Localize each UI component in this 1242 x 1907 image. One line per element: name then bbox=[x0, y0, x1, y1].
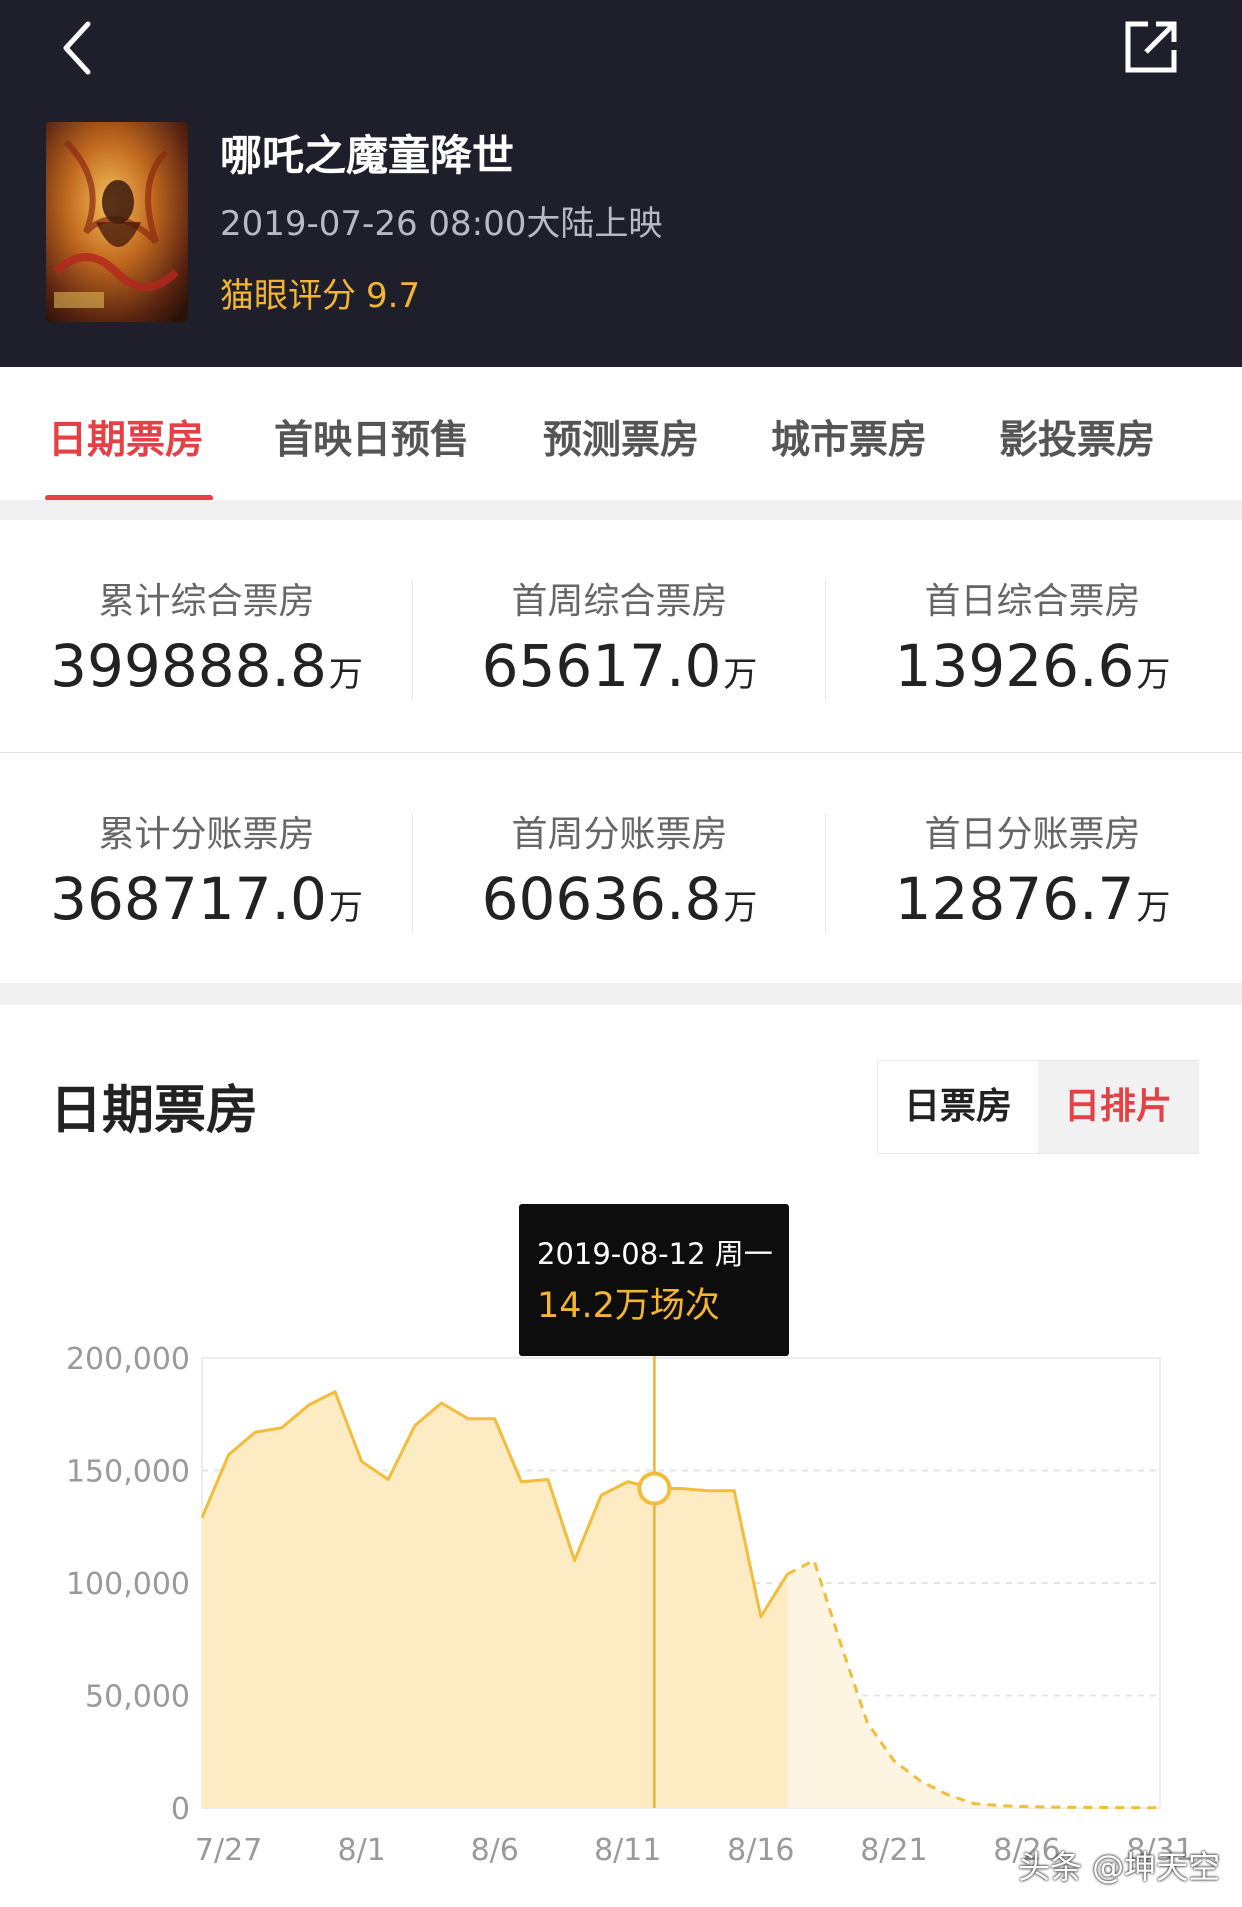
movie-release-date: 2019-07-26 08:00大陆上映 bbox=[220, 204, 663, 244]
tooltip-date: 2019-08-12 周一 bbox=[537, 1237, 773, 1271]
stat-unit: 万 bbox=[723, 888, 758, 928]
stat-first-week-split: 首周分账票房 60636.8万 bbox=[413, 753, 826, 983]
x-tick-label: 7/27 bbox=[195, 1833, 262, 1868]
stat-unit: 万 bbox=[1136, 655, 1171, 695]
y-tick-label: 150,000 bbox=[66, 1455, 190, 1490]
chart-mode-toggle: 日票房 日排片 bbox=[877, 1060, 1199, 1154]
x-tick-label: 8/6 bbox=[471, 1833, 519, 1868]
y-tick-label: 50,000 bbox=[85, 1680, 190, 1715]
y-tick-label: 0 bbox=[171, 1792, 190, 1827]
stat-number: 399888.8 bbox=[50, 632, 327, 700]
poster-image bbox=[46, 122, 188, 322]
stat-number: 60636.8 bbox=[481, 865, 722, 933]
tab-investor[interactable]: 影投票房 bbox=[999, 409, 1155, 465]
stat-value: 399888.8万 bbox=[0, 632, 413, 700]
stat-number: 12876.7 bbox=[894, 865, 1135, 933]
y-tick-label: 100,000 bbox=[66, 1567, 190, 1602]
rating-label: 猫眼评分 bbox=[220, 276, 356, 316]
stat-value: 12876.7万 bbox=[826, 865, 1239, 933]
x-tick-label: 8/16 bbox=[727, 1833, 794, 1868]
stat-unit: 万 bbox=[723, 655, 758, 695]
stat-first-day-split: 首日分账票房 12876.7万 bbox=[826, 753, 1239, 983]
chart-section-title: 日期票房 bbox=[50, 1081, 259, 1141]
series-area-forecast bbox=[787, 1560, 1160, 1808]
section-separator bbox=[0, 983, 1242, 1005]
stat-label: 首周分账票房 bbox=[511, 814, 728, 855]
stat-first-day-gross: 首日综合票房 13926.6万 bbox=[826, 520, 1239, 750]
stat-label: 首日综合票房 bbox=[924, 581, 1141, 622]
movie-rating: 猫眼评分 9.7 bbox=[220, 268, 420, 317]
tooltip-box bbox=[519, 1204, 789, 1356]
tooltip-value: 14.2万场次 bbox=[537, 1286, 720, 1326]
toggle-daily-screenings-button[interactable]: 日排片 bbox=[1038, 1061, 1198, 1153]
watermark: 头条 @坤天空 bbox=[1018, 1848, 1221, 1886]
toggle-daily-gross-button[interactable]: 日票房 bbox=[878, 1061, 1038, 1153]
tab-premiere-presale[interactable]: 首映日预售 bbox=[274, 409, 469, 465]
movie-header: 哪吒之魔童降世 2019-07-26 08:00大陆上映 猫眼评分 9.7 bbox=[0, 0, 1242, 367]
highlight-point bbox=[637, 1471, 672, 1506]
share-button[interactable] bbox=[1122, 18, 1180, 76]
tab-daily-box-office[interactable]: 日期票房 bbox=[48, 409, 204, 465]
stat-first-week-gross: 首周综合票房 65617.0万 bbox=[413, 520, 826, 750]
x-tick-label: 8/21 bbox=[860, 1833, 927, 1868]
stat-value: 65617.0万 bbox=[413, 632, 826, 700]
stat-unit: 万 bbox=[328, 888, 363, 928]
stat-unit: 万 bbox=[328, 655, 363, 695]
stat-label: 首日分账票房 bbox=[924, 814, 1141, 855]
stat-label: 累计分账票房 bbox=[98, 814, 315, 855]
section-separator bbox=[0, 500, 1242, 520]
stat-cumulative-split: 累计分账票房 368717.0万 bbox=[0, 753, 413, 983]
tab-forecast[interactable]: 预测票房 bbox=[543, 409, 699, 465]
x-tick-label: 8/11 bbox=[594, 1833, 661, 1868]
rating-score: 9.7 bbox=[366, 276, 421, 316]
stat-value: 60636.8万 bbox=[413, 865, 826, 933]
stat-number: 368717.0 bbox=[50, 865, 327, 933]
back-chevron-icon bbox=[63, 21, 91, 75]
movie-title: 哪吒之魔童降世 bbox=[220, 131, 515, 180]
stat-label: 累计综合票房 bbox=[98, 581, 315, 622]
x-tick-label: 8/1 bbox=[338, 1833, 386, 1868]
y-tick-label: 200,000 bbox=[66, 1342, 190, 1377]
stat-label: 首周综合票房 bbox=[511, 581, 728, 622]
stats-row-split: 累计分账票房 368717.0万 首周分账票房 60636.8万 首日分账票房 … bbox=[0, 753, 1242, 983]
stats-row-gross: 累计综合票房 399888.8万 首周综合票房 65617.0万 首日综合票房 … bbox=[0, 520, 1242, 750]
stat-value: 368717.0万 bbox=[0, 865, 413, 933]
stat-cumulative-gross: 累计综合票房 399888.8万 bbox=[0, 520, 413, 750]
tab-city[interactable]: 城市票房 bbox=[771, 409, 927, 465]
back-button[interactable] bbox=[58, 18, 102, 78]
share-external-icon bbox=[1125, 21, 1177, 73]
tab-bar: 日期票房 首映日预售 预测票房 城市票房 影投票房 bbox=[0, 367, 1242, 501]
stat-unit: 万 bbox=[1136, 888, 1171, 928]
series-area-actual bbox=[202, 1391, 788, 1808]
stat-value: 13926.6万 bbox=[826, 632, 1239, 700]
movie-poster[interactable] bbox=[46, 122, 188, 322]
daily-screenings-chart[interactable]: 0 50,000 100,000 150,000 200,000 7/27 8/1 8/6 8/… bbox=[0, 1180, 1242, 1907]
stat-number: 13926.6 bbox=[894, 632, 1135, 700]
stat-number: 65617.0 bbox=[481, 632, 722, 700]
